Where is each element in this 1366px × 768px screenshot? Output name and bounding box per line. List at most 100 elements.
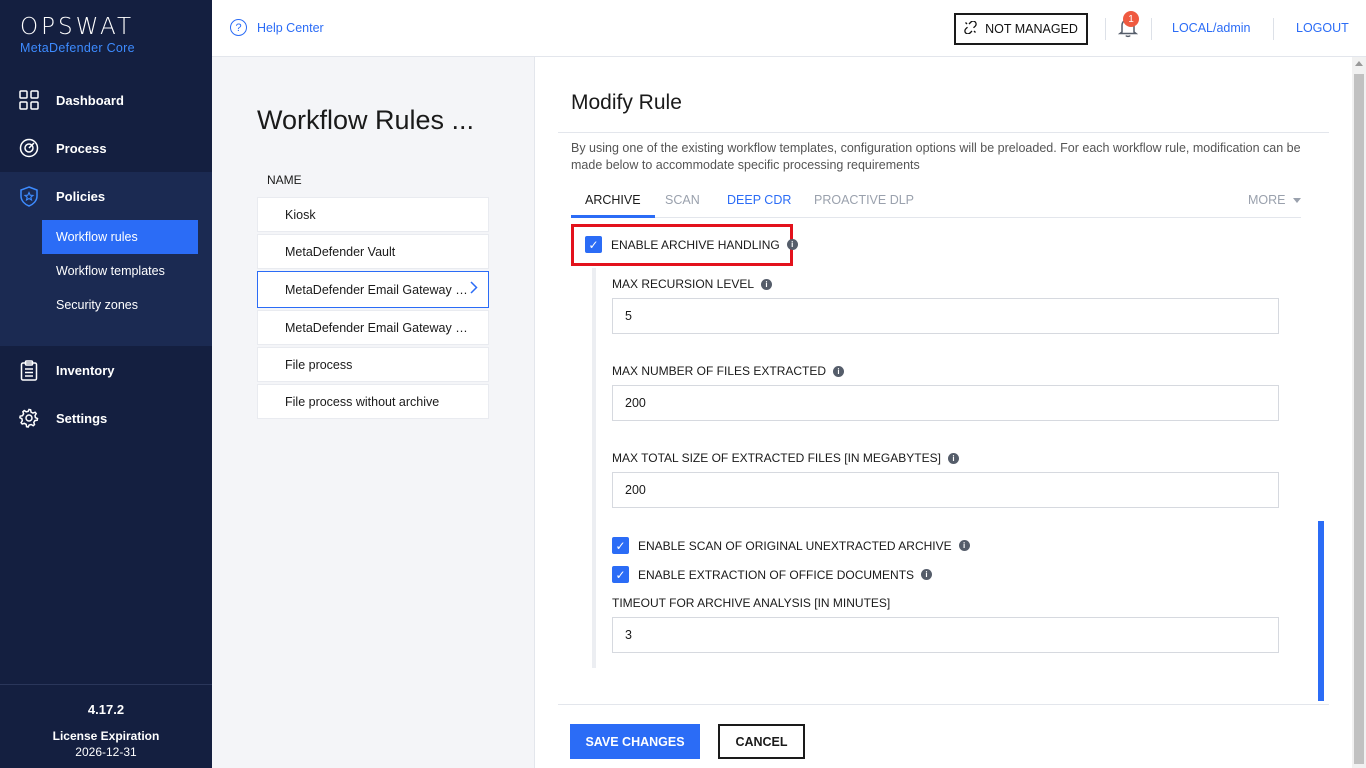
top-bar: ? Help Center NOT MANAGED 1 LOCAL/admin …	[212, 0, 1366, 57]
more-label: MORE	[1248, 193, 1286, 207]
scan-original-checkbox[interactable]: ✓	[612, 537, 629, 554]
process-icon	[18, 138, 39, 159]
sidebar: OPSWAT MetaDefender Core Dashboard Proce…	[0, 0, 212, 768]
chevron-right-icon	[470, 281, 478, 297]
info-icon[interactable]: i	[947, 452, 959, 464]
list-item[interactable]: Kiosk	[257, 197, 489, 232]
nav-dashboard[interactable]: Dashboard	[0, 76, 212, 124]
policies-section: Policies Workflow rules Workflow templat…	[0, 172, 212, 346]
info-icon[interactable]: i	[958, 540, 970, 551]
product-name: MetaDefender Core	[20, 41, 135, 55]
extract-office-label: ENABLE EXTRACTION OF OFFICE DOCUMENTS	[638, 567, 915, 582]
scrollbar-thumb[interactable]	[1354, 74, 1364, 764]
rule-name: File process without archive	[285, 394, 440, 409]
help-icon: ?	[230, 19, 247, 36]
nav-inventory-label: Inventory	[56, 362, 115, 378]
scan-original-checkbox-row[interactable]: ✓ ENABLE SCAN OF ORIGINAL UNEXTRACTED AR…	[612, 537, 970, 554]
max-files-label: MAX NUMBER OF FILES EXTRACTED i	[612, 364, 845, 378]
scroll-up-arrow-icon[interactable]	[1355, 61, 1363, 66]
rule-name: Kiosk	[285, 207, 316, 222]
list-item[interactable]: MetaDefender Vault	[257, 234, 489, 269]
version-label: 4.17.2	[87, 702, 125, 717]
help-center-label: Help Center	[257, 20, 324, 35]
management-status-button[interactable]: NOT MANAGED	[954, 13, 1088, 45]
logo-wordmark: OPSWAT	[20, 14, 135, 40]
main-nav: Dashboard Process Policies Workflow rule…	[0, 76, 212, 442]
scan-original-label: ENABLE SCAN OF ORIGINAL UNEXTRACTED ARCH…	[638, 538, 952, 553]
clipboard-icon	[18, 359, 39, 381]
nav-inventory[interactable]: Inventory	[0, 346, 212, 394]
divider	[1105, 18, 1106, 40]
scrollbar[interactable]	[1352, 57, 1366, 768]
list-item[interactable]: File process	[257, 347, 489, 382]
rule-name: MetaDefender Vault	[285, 244, 396, 259]
sub-workflow-templates[interactable]: Workflow templates	[42, 254, 198, 288]
rule-name: MetaDefender Email Gateway Se...	[285, 320, 475, 335]
timeout-input[interactable]: 3	[612, 617, 1279, 653]
tab-proactive-dlp[interactable]: PROACTIVE DLP	[814, 193, 914, 207]
user-menu[interactable]: LOCAL/admin	[1172, 21, 1251, 35]
enable-archive-checkbox[interactable]: ✓	[585, 236, 602, 253]
unlink-icon	[964, 20, 977, 37]
max-files-input[interactable]: 200	[612, 385, 1279, 421]
list-item-selected[interactable]: MetaDefender Email Gateway Se...	[257, 271, 489, 308]
info-icon[interactable]: i	[833, 365, 845, 377]
max-size-label-text: MAX TOTAL SIZE OF EXTRACTED FILES [IN ME…	[612, 451, 941, 465]
rule-name: File process	[285, 357, 353, 372]
list-item[interactable]: MetaDefender Email Gateway Se...	[257, 310, 489, 345]
nav-policies[interactable]: Policies	[0, 172, 212, 220]
license-date: 2026-12-31	[75, 745, 137, 759]
indent-guide	[592, 268, 596, 668]
page-title: Workflow Rules ...	[257, 105, 475, 135]
caret-down-icon	[1293, 198, 1301, 204]
sub-security-zones[interactable]: Security zones	[42, 288, 198, 322]
description: By using one of the existing workflow te…	[571, 141, 1301, 172]
tab-bar: ARCHIVE SCAN DEEP CDR PROACTIVE DLP MORE	[571, 188, 1301, 218]
divider	[558, 704, 1329, 705]
info-icon[interactable]: i	[786, 239, 798, 250]
max-files-label-text: MAX NUMBER OF FILES EXTRACTED	[612, 364, 827, 378]
tab-scan[interactable]: SCAN	[665, 193, 700, 207]
sidebar-footer: 4.17.2 License Expiration 2026-12-31	[0, 684, 212, 768]
max-size-label: MAX TOTAL SIZE OF EXTRACTED FILES [IN ME…	[612, 451, 959, 465]
list-item[interactable]: File process without archive	[257, 384, 489, 419]
nav-policies-label: Policies	[56, 188, 106, 204]
enable-archive-checkbox-row[interactable]: ✓ ENABLE ARCHIVE HANDLING i	[585, 236, 798, 253]
more-tabs-dropdown[interactable]: MORE	[1248, 193, 1301, 207]
divider	[558, 132, 1329, 133]
divider	[1151, 18, 1152, 40]
max-recursion-input[interactable]: 5	[612, 298, 1279, 334]
help-center-link[interactable]: ? Help Center	[230, 19, 324, 36]
panel-title: Modify Rule	[571, 91, 682, 114]
rule-list: Kiosk MetaDefender Vault MetaDefender Em…	[257, 197, 489, 421]
name-column-header[interactable]: NAME	[267, 173, 302, 187]
info-icon[interactable]: i	[761, 278, 773, 290]
extract-office-checkbox[interactable]: ✓	[612, 566, 629, 583]
nav-settings[interactable]: Settings	[0, 394, 212, 442]
nav-settings-label: Settings	[56, 410, 108, 426]
logout-link[interactable]: LOGOUT	[1296, 21, 1349, 35]
save-changes-button[interactable]: SAVE CHANGES	[570, 724, 700, 759]
timeout-label: TIMEOUT FOR ARCHIVE ANALYSIS [IN MINUTES…	[612, 596, 890, 610]
max-recursion-label: MAX RECURSION LEVEL i	[612, 277, 773, 291]
tab-deep-cdr[interactable]: DEEP CDR	[727, 193, 791, 207]
cancel-button[interactable]: CANCEL	[718, 724, 805, 759]
max-recursion-label-text: MAX RECURSION LEVEL	[612, 277, 755, 291]
divider	[1273, 18, 1274, 40]
extract-office-checkbox-row[interactable]: ✓ ENABLE EXTRACTION OF OFFICE DOCUMENTS …	[612, 566, 933, 583]
info-icon[interactable]: i	[921, 569, 933, 580]
logo[interactable]: OPSWAT MetaDefender Core	[20, 14, 135, 55]
license-label: License Expiration	[52, 729, 160, 743]
management-status-label: NOT MANAGED	[985, 22, 1078, 36]
workflow-rules-panel: Workflow Rules ... NAME Kiosk MetaDefend…	[212, 57, 535, 768]
scroll-indicator	[1318, 521, 1324, 701]
nav-process-label: Process	[56, 140, 107, 156]
shield-star-icon	[18, 185, 39, 207]
sub-workflow-rules[interactable]: Workflow rules	[42, 220, 198, 254]
nav-dashboard-label: Dashboard	[56, 92, 124, 108]
nav-process[interactable]: Process	[0, 124, 212, 172]
notification-badge: 1	[1123, 11, 1139, 27]
max-size-input[interactable]: 200	[612, 472, 1279, 508]
tab-archive[interactable]: ARCHIVE	[571, 193, 655, 218]
rule-name: MetaDefender Email Gateway Se...	[285, 282, 475, 297]
